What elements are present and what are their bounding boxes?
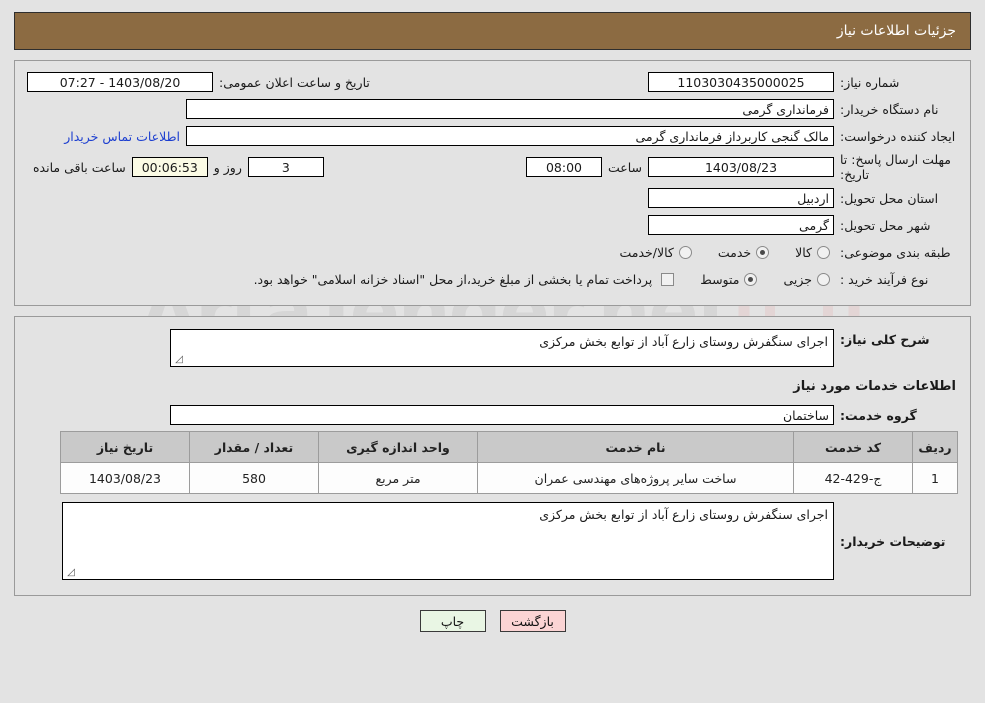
col-name: نام خدمت — [477, 431, 794, 463]
process-option-motavaset[interactable]: متوسط — [700, 272, 761, 287]
col-code: کد خدمت — [793, 431, 913, 463]
row-category: طبقه بندی موضوعی: کالا خدمت کالا/خدمت — [27, 241, 958, 263]
process-option-jozei[interactable]: جزیی — [783, 272, 834, 287]
table-row: 1 ج-429-42 ساخت سایر پروژه‌های مهندسی عم… — [60, 462, 958, 494]
creator-label: ایجاد کننده درخواست: — [840, 128, 956, 144]
process-option-motavaset-label: متوسط — [700, 271, 740, 287]
radio-khedmat-icon[interactable] — [756, 245, 770, 259]
category-option-kala[interactable]: کالا — [795, 245, 834, 260]
table-header-row: ردیف کد خدمت نام خدمت واحد اندازه گیری ت… — [60, 431, 958, 463]
need-number-value: 1103030435000025 — [648, 72, 834, 92]
category-option-kala-label: کالا — [795, 244, 812, 260]
city-label: شهر محل تحویل: — [840, 217, 931, 233]
resize-grip-icon[interactable]: ◿ — [173, 355, 183, 365]
back-button[interactable]: بازگشت — [499, 610, 566, 632]
row-general-description: شرح کلی نیاز: اجرای سنگفرش روستای زارع آ… — [27, 329, 958, 367]
process-option-jozei-label: جزیی — [783, 271, 812, 287]
col-row: ردیف — [912, 431, 958, 463]
deadline-date-value: 1403/08/23 — [648, 157, 834, 177]
buyer-contact-link[interactable]: اطلاعات تماس خریدار — [58, 129, 186, 144]
cell-name: ساخت سایر پروژه‌های مهندسی عمران — [477, 462, 794, 494]
hour-label: ساعت — [607, 159, 642, 175]
cell-need-date: 1403/08/23 — [60, 462, 190, 494]
cell-code: ج-429-42 — [793, 462, 913, 494]
general-desc-value: اجرای سنگفرش روستای زارع آباد از توابع ب… — [539, 334, 828, 349]
category-option-kala-khedmat-label: کالا/خدمت — [619, 244, 674, 260]
general-desc-label: شرح کلی نیاز: — [840, 332, 930, 347]
radio-kala-khedmat-icon[interactable] — [678, 245, 692, 259]
treasury-checkbox[interactable] — [661, 272, 675, 286]
public-announce-label: تاریخ و ساعت اعلان عمومی: — [219, 74, 370, 90]
row-buyer-notes: توضیحات خریدار: اجرای سنگفرش روستای زارع… — [27, 502, 958, 580]
category-option-khedmat-label: خدمت — [717, 244, 752, 260]
process-label: نوع فرآیند خرید : — [840, 271, 929, 287]
province-value: اردبیل — [648, 188, 834, 208]
cell-row: 1 — [912, 462, 958, 494]
public-announce-value: 1403/08/20 - 07:27 — [27, 72, 213, 92]
buyer-notes-textarea[interactable]: اجرای سنگفرش روستای زارع آباد از توابع ب… — [62, 502, 834, 580]
buyer-notes-value: اجرای سنگفرش روستای زارع آباد از توابع ب… — [539, 507, 828, 522]
services-heading: اطلاعات خدمات مورد نیاز — [793, 379, 956, 394]
remaining-days-value: 3 — [247, 157, 324, 177]
category-label: طبقه بندی موضوعی: — [840, 244, 951, 260]
row-buyer-org: نام دستگاه خریدار: فرمانداری گرمی — [27, 98, 958, 120]
remaining-label: ساعت باقی مانده — [33, 159, 126, 175]
radio-jozei-icon[interactable] — [817, 272, 830, 286]
buyer-notes-label: توضیحات خریدار: — [840, 533, 946, 549]
buyer-org-value: فرمانداری گرمی — [186, 99, 834, 119]
remaining-time-value: 00:06:53 — [131, 157, 208, 177]
print-button[interactable]: چاپ — [419, 610, 486, 632]
col-need-date: تاریخ نیاز — [60, 431, 190, 463]
city-value: گرمی — [648, 215, 834, 235]
col-quantity: تعداد / مقدار — [189, 431, 319, 463]
category-option-kala-khedmat[interactable]: کالا/خدمت — [619, 245, 695, 260]
category-option-khedmat[interactable]: خدمت — [718, 245, 773, 260]
services-table: ردیف کد خدمت نام خدمت واحد اندازه گیری ت… — [60, 431, 958, 494]
row-process-type: نوع فرآیند خرید : جزیی متوسط پرداخت تمام… — [27, 268, 958, 290]
need-detail-panel: شرح کلی نیاز: اجرای سنگفرش روستای زارع آ… — [14, 316, 971, 596]
resize-grip-icon-notes[interactable]: ◿ — [65, 568, 75, 578]
province-label: استان محل تحویل: — [840, 190, 939, 206]
service-group-value: ساختمان — [170, 405, 834, 425]
treasury-note: پرداخت تمام یا بخشی از مبلغ خرید،از محل … — [253, 271, 653, 287]
row-service-group: گروه خدمت: ساختمان — [27, 404, 958, 426]
cell-quantity: 580 — [189, 462, 319, 494]
need-number-label: شماره نیاز: — [840, 74, 900, 90]
creator-value: مالک گنجی کاربرداز فرمانداری گرمی — [186, 126, 834, 146]
row-creator: ایجاد کننده درخواست: مالک گنجی کاربرداز … — [27, 125, 958, 147]
row-deadline: مهلت ارسال پاسخ: تا تاریخ: 1403/08/23 سا… — [27, 152, 958, 182]
page-title: جزئیات اطلاعات نیاز — [836, 23, 956, 39]
deadline-time-value: 08:00 — [525, 157, 602, 177]
service-group-label: گروه خدمت: — [840, 407, 917, 423]
page-header: جزئیات اطلاعات نیاز — [14, 12, 971, 50]
col-unit: واحد اندازه گیری — [318, 431, 478, 463]
deadline-label: مهلت ارسال پاسخ: تا تاریخ: — [840, 152, 951, 182]
row-province: استان محل تحویل: اردبیل — [27, 187, 958, 209]
need-info-panel: شماره نیاز: 1103030435000025 تاریخ و ساع… — [14, 60, 971, 306]
general-desc-textarea[interactable]: اجرای سنگفرش روستای زارع آباد از توابع ب… — [170, 329, 834, 367]
row-need-number: شماره نیاز: 1103030435000025 تاریخ و ساع… — [27, 71, 958, 93]
radio-motavaset-icon[interactable] — [744, 272, 758, 286]
row-city: شهر محل تحویل: گرمی — [27, 214, 958, 236]
cell-unit: متر مربع — [318, 462, 478, 494]
buyer-org-label: نام دستگاه خریدار: — [840, 101, 939, 117]
footer-buttons: بازگشت چاپ — [0, 610, 985, 632]
radio-kala-icon[interactable] — [817, 245, 830, 259]
days-and-label: روز و — [213, 159, 242, 175]
